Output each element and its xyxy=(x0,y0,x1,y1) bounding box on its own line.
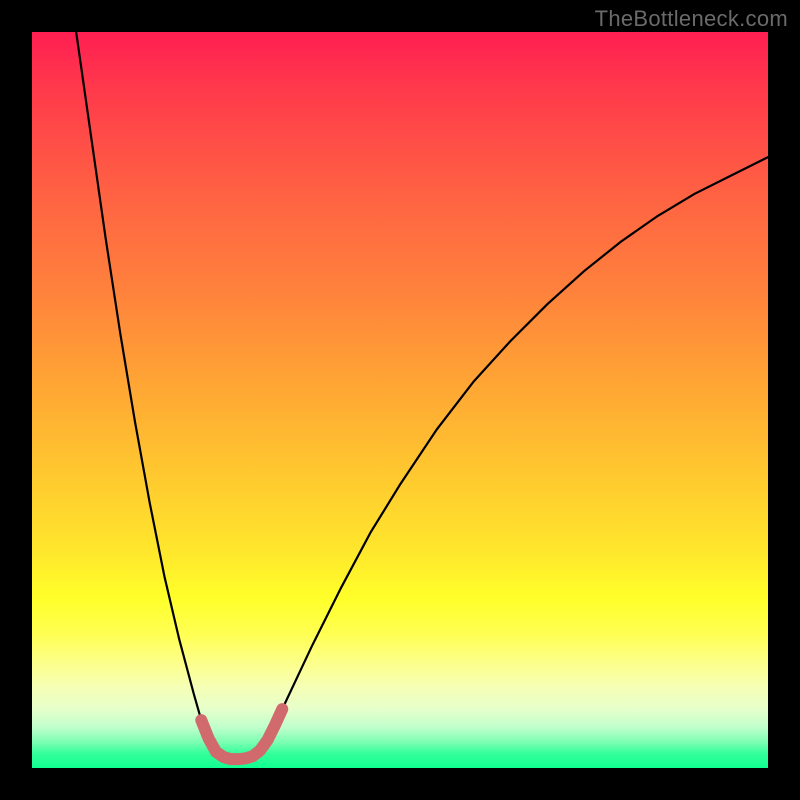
valley-overlay-path xyxy=(201,709,282,759)
plot-area xyxy=(32,32,768,768)
watermark-text: TheBottleneck.com xyxy=(595,6,788,32)
left-branch-path xyxy=(76,32,221,757)
chart-frame: TheBottleneck.com xyxy=(0,0,800,800)
right-branch-path xyxy=(264,157,768,746)
curve-layer xyxy=(32,32,768,768)
